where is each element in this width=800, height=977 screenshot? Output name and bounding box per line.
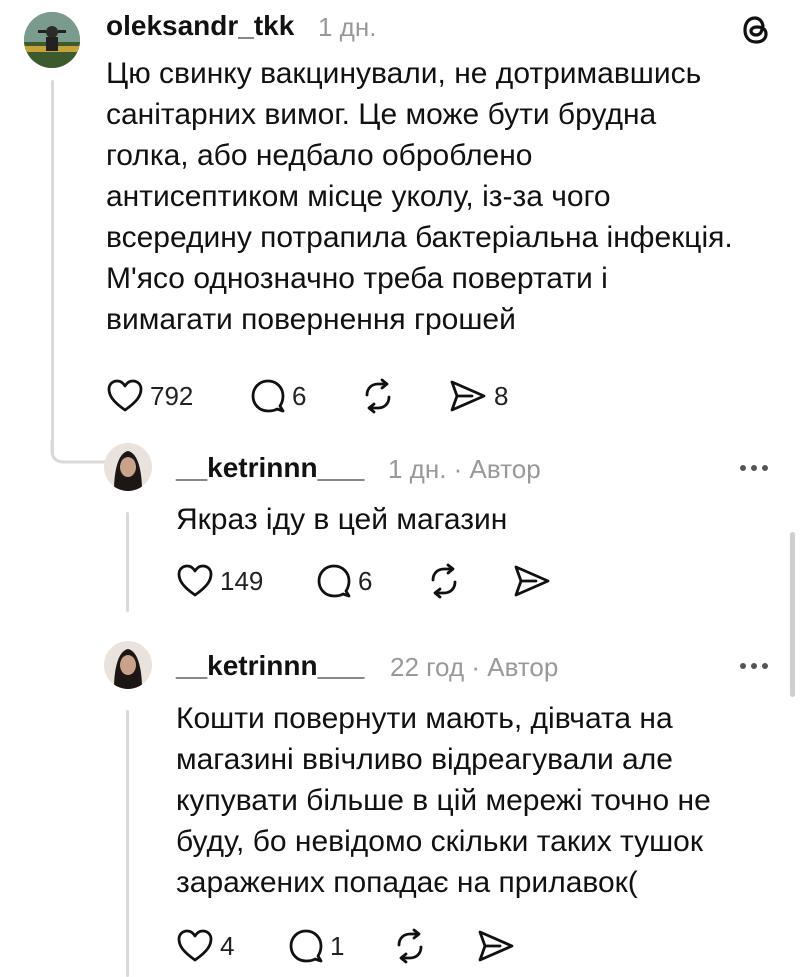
comment-bubble-icon: [289, 929, 323, 963]
heart-icon: [107, 379, 143, 412]
username-ketrinnn[interactable]: __ketrinnn___: [176, 452, 364, 484]
reply-count: 6: [358, 565, 373, 596]
avatar-ketrinnn[interactable]: [104, 443, 152, 491]
share-button[interactable]: [476, 928, 516, 964]
like-button[interactable]: 792: [106, 378, 193, 414]
like-count: 792: [150, 380, 194, 411]
repost-icon: [397, 928, 423, 964]
repost-button[interactable]: [360, 378, 396, 414]
comment-line: вимагати повернення грошей: [106, 303, 516, 336]
send-icon: [478, 930, 514, 962]
comment-line: буду, бо невідомо скільки таких тушок: [176, 825, 703, 858]
comment-body: Цю свинку вакцинували, не дотримавшись с…: [106, 53, 786, 340]
avatar-image: [104, 641, 152, 689]
comment-body: Кошти повернути мають, дівчата на магази…: [176, 698, 786, 903]
thread-line-reply: [126, 512, 129, 612]
comment-line: заражених попадає на прилавок(: [176, 866, 638, 899]
like-count: 4: [220, 930, 235, 961]
comment-line: М'ясо однозначно треба повертати і: [106, 262, 608, 295]
reply-button[interactable]: 6: [250, 378, 306, 414]
reply-button[interactable]: 6: [316, 563, 372, 599]
repost-button[interactable]: [426, 563, 462, 599]
comment-time: 1 дн.: [318, 12, 377, 42]
repost-icon: [431, 563, 457, 599]
send-icon: [450, 380, 486, 412]
avatar-oleksandr[interactable]: [24, 12, 80, 68]
thread-line-main: [51, 80, 54, 455]
heart-icon: [177, 929, 213, 962]
like-button[interactable]: 149: [176, 563, 263, 599]
thread-connector: [50, 440, 106, 464]
reply-count: 6: [292, 380, 307, 411]
avatar-image: [104, 443, 152, 491]
more-dots-icon[interactable]: [740, 465, 768, 471]
more-dots-icon[interactable]: [740, 663, 768, 669]
comment-line: купувати більше в цій мережі точно не: [176, 784, 711, 817]
like-count: 149: [220, 565, 264, 596]
username-ketrinnn[interactable]: __ketrinnn___: [176, 650, 364, 682]
comment-line: голка, або недбало оброблено: [106, 139, 533, 172]
share-button[interactable]: [512, 563, 552, 599]
reply-count: 1: [330, 930, 345, 961]
comment-bubble-icon: [317, 564, 351, 598]
share-button[interactable]: 8: [448, 378, 508, 414]
reply-button[interactable]: 1: [288, 928, 344, 964]
comment-time: 22 год · Автор: [390, 652, 559, 682]
scrollbar-thumb[interactable]: [790, 532, 795, 697]
comment-bubble-icon: [251, 379, 285, 413]
send-icon: [514, 565, 550, 597]
repost-icon: [365, 378, 391, 414]
comment-line: санітарних вимог. Це може бути брудна: [106, 98, 657, 131]
repost-button[interactable]: [392, 928, 428, 964]
comment-body: Якраз іду в цей магазин: [176, 503, 508, 536]
comment-line: Кошти повернути мають, дівчата на: [176, 702, 673, 735]
comment-line: всередину потрапила бактеріальна інфекці…: [106, 221, 733, 254]
heart-icon: [177, 564, 213, 597]
share-count: 8: [494, 380, 509, 411]
like-button[interactable]: 4: [176, 928, 234, 964]
threads-logo-icon[interactable]: [738, 12, 774, 53]
comment-line: Цю свинку вакцинували, не дотримавшись: [106, 57, 702, 90]
thread-line-reply: [126, 710, 129, 977]
comment-time: 1 дн. · Автор: [388, 454, 541, 484]
comment-line: антисептиком місце уколу, із-за чого: [106, 180, 611, 213]
username-oleksandr[interactable]: oleksandr_tkk: [106, 10, 294, 42]
avatar-image: [24, 12, 80, 68]
avatar-ketrinnn[interactable]: [104, 641, 152, 689]
comment-line: магазині ввічливо відреагували але: [176, 743, 673, 776]
